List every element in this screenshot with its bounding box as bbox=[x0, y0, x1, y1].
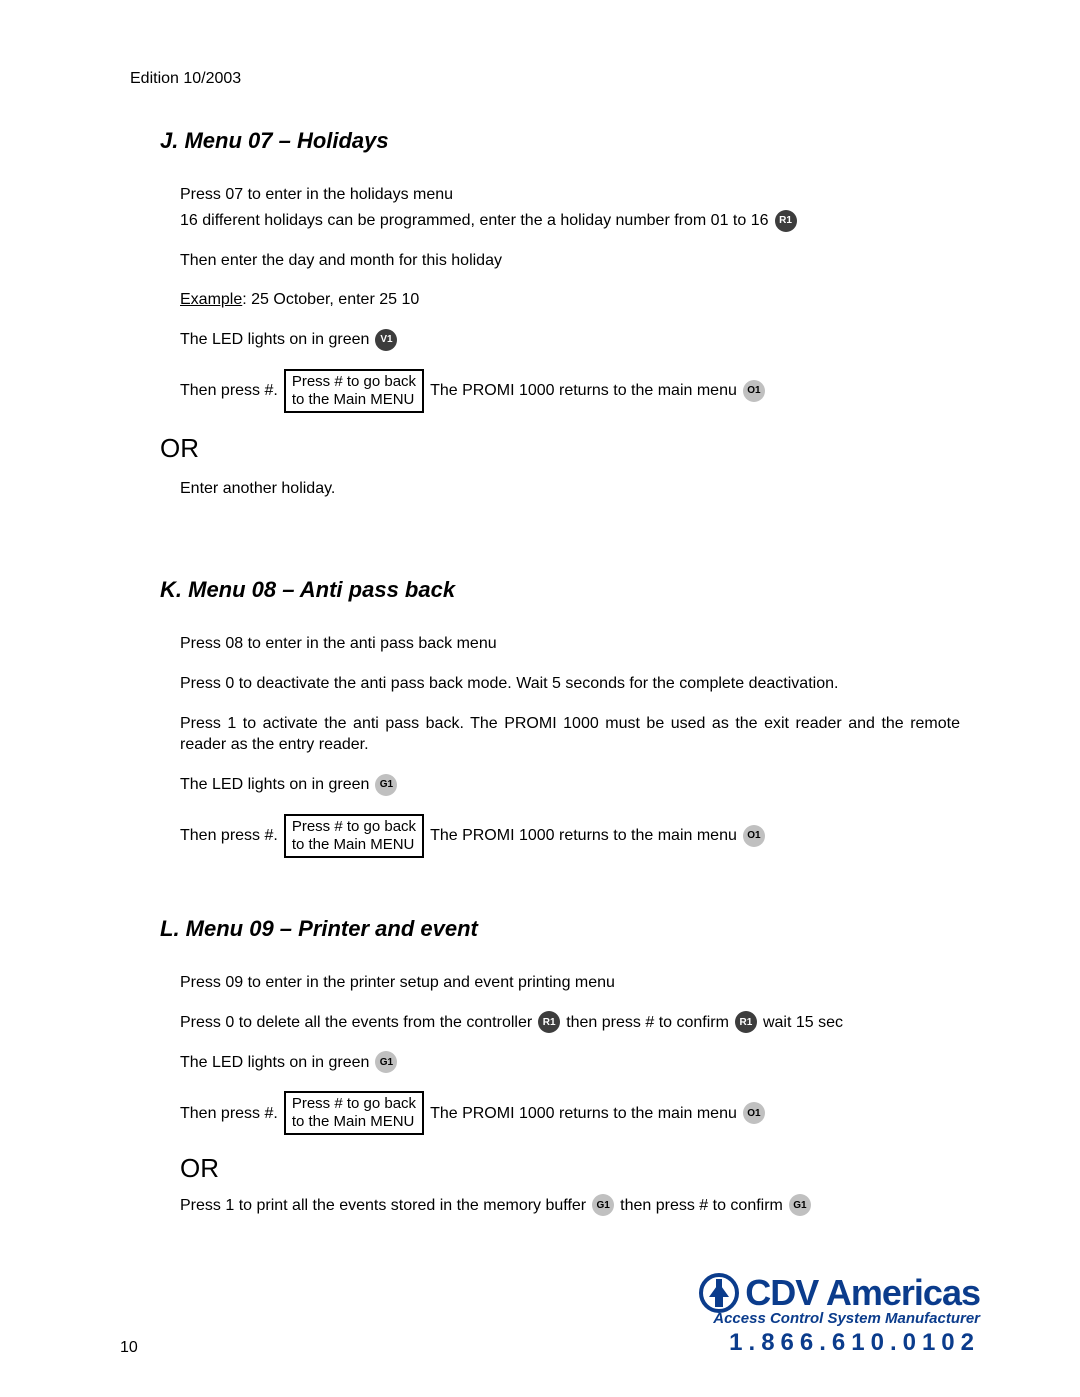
text: Press 0 to delete all the events from th… bbox=[180, 1012, 532, 1034]
badge-g1-icon: G1 bbox=[592, 1194, 614, 1216]
badge-r1-icon: R1 bbox=[735, 1011, 757, 1033]
badge-g1-icon: G1 bbox=[375, 774, 397, 796]
section-j-tail: Enter another holiday. bbox=[180, 478, 960, 500]
text: The PROMI 1000 returns to the main menu bbox=[430, 825, 737, 847]
brand-logo-icon bbox=[699, 1273, 739, 1313]
or-label: OR bbox=[180, 1153, 960, 1184]
badge-o1-icon: O1 bbox=[743, 380, 765, 402]
text: Enter another holiday. bbox=[180, 478, 960, 500]
brand-block: CDV Americas Access Control System Manuf… bbox=[699, 1272, 980, 1357]
badge-v1-icon: V1 bbox=[375, 329, 397, 351]
text: Then enter the day and month for this ho… bbox=[180, 250, 960, 272]
or-label: OR bbox=[160, 433, 960, 464]
box-line1: Press # to go back bbox=[292, 818, 416, 835]
text: Then press #. bbox=[180, 825, 278, 847]
text: then press # to confirm bbox=[620, 1195, 783, 1217]
brand-tagline: Access Control System Manufacturer bbox=[699, 1310, 980, 1327]
text: Press 0 to deactivate the anti pass back… bbox=[180, 673, 960, 695]
example-line: Example: 25 October, enter 25 10 bbox=[180, 289, 960, 311]
box-line2: to the Main MENU bbox=[292, 1113, 415, 1130]
example-label: Example bbox=[180, 291, 242, 308]
box-line1: Press # to go back bbox=[292, 1095, 416, 1112]
box-line2: to the Main MENU bbox=[292, 391, 415, 408]
section-k-body: Press 08 to enter in the anti pass back … bbox=[180, 633, 960, 857]
hint-box: Press # to go back to the Main MENU bbox=[284, 1091, 424, 1135]
hint-box: Press # to go back to the Main MENU bbox=[284, 814, 424, 858]
heading-menu07: J. Menu 07 – Holidays bbox=[160, 128, 960, 154]
badge-r1-icon: R1 bbox=[538, 1011, 560, 1033]
badge-g1-icon: G1 bbox=[789, 1194, 811, 1216]
text: The LED lights on in green bbox=[180, 329, 369, 351]
section-l-body: Press 09 to enter in the printer setup a… bbox=[180, 972, 960, 1136]
box-line2: to the Main MENU bbox=[292, 836, 415, 853]
text: Press 07 to enter in the holidays menu bbox=[180, 184, 960, 206]
text: wait 15 sec bbox=[763, 1012, 843, 1034]
edition-label: Edition 10/2003 bbox=[130, 70, 960, 88]
text: Press 1 to activate the anti pass back. … bbox=[180, 713, 960, 756]
page-number: 10 bbox=[120, 1339, 138, 1357]
badge-o1-icon: O1 bbox=[743, 825, 765, 847]
text: Then press #. bbox=[180, 1103, 278, 1125]
brand-phone: 1.866.610.0102 bbox=[699, 1329, 980, 1357]
badge-g1-icon: G1 bbox=[375, 1051, 397, 1073]
text: The PROMI 1000 returns to the main menu bbox=[430, 380, 737, 402]
heading-menu09: L. Menu 09 – Printer and event bbox=[160, 916, 960, 942]
box-line1: Press # to go back bbox=[292, 373, 416, 390]
text: The LED lights on in green bbox=[180, 1052, 369, 1074]
document-page: Edition 10/2003 J. Menu 07 – Holidays Pr… bbox=[0, 0, 1080, 1397]
brand-name: CDV Americas bbox=[745, 1272, 980, 1314]
text: The PROMI 1000 returns to the main menu bbox=[430, 1103, 737, 1125]
section-j-body: Press 07 to enter in the holidays menu 1… bbox=[180, 184, 960, 413]
hint-box: Press # to go back to the Main MENU bbox=[284, 369, 424, 413]
text: Press 08 to enter in the anti pass back … bbox=[180, 633, 960, 655]
text: then press # to confirm bbox=[566, 1012, 729, 1034]
heading-menu08: K. Menu 08 – Anti pass back bbox=[160, 577, 960, 603]
text: 16 different holidays can be programmed,… bbox=[180, 210, 769, 232]
text: Press 09 to enter in the printer setup a… bbox=[180, 972, 960, 994]
badge-r1-icon: R1 bbox=[775, 210, 797, 232]
section-l-tail: Press 1 to print all the events stored i… bbox=[180, 1194, 960, 1216]
text: Then press #. bbox=[180, 380, 278, 402]
page-footer: 10 CDV Americas Access Control System Ma… bbox=[0, 1272, 1080, 1357]
text: Press 1 to print all the events stored i… bbox=[180, 1195, 586, 1217]
text: The LED lights on in green bbox=[180, 774, 369, 796]
example-value: : 25 October, enter 25 10 bbox=[242, 291, 419, 308]
badge-o1-icon: O1 bbox=[743, 1102, 765, 1124]
